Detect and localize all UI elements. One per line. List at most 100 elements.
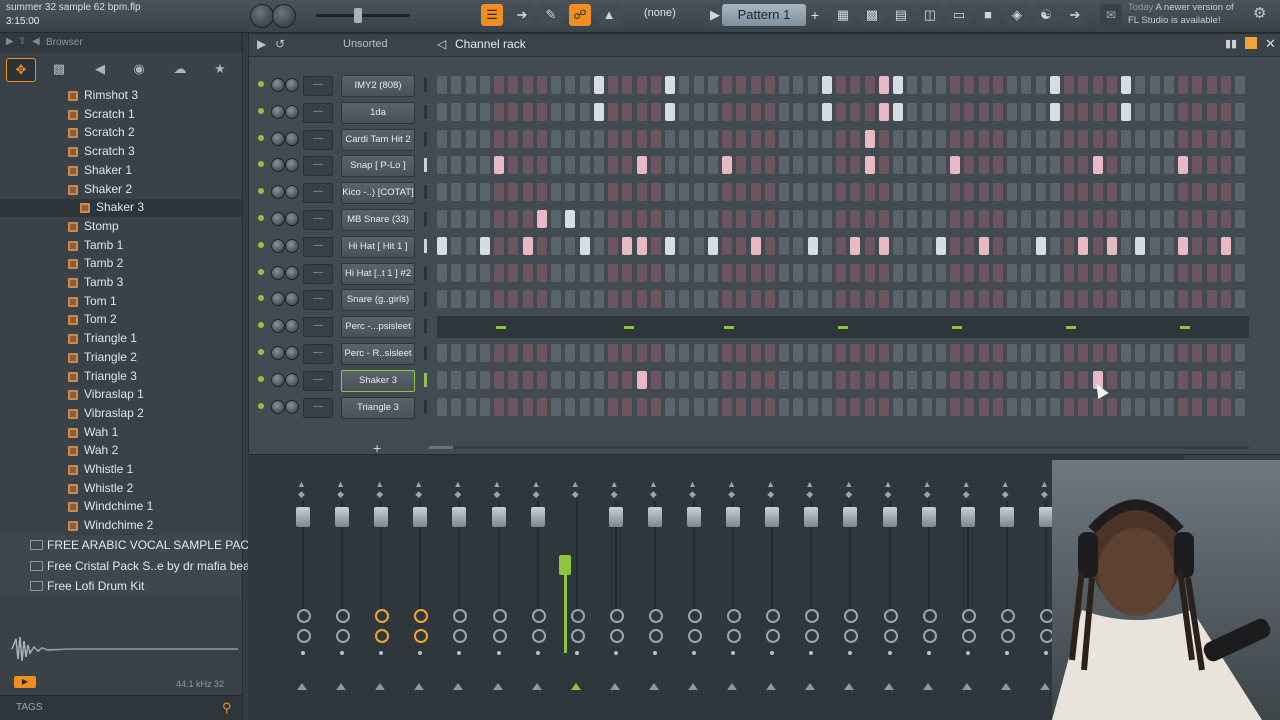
mixer-track-selector[interactable]: — [303, 263, 333, 284]
step-button[interactable] [1078, 236, 1089, 255]
browser-item[interactable]: Tamb 2 [0, 255, 242, 273]
step-button[interactable] [579, 183, 590, 202]
step-button[interactable] [693, 290, 704, 309]
step-button[interactable] [807, 129, 818, 148]
step-button[interactable] [650, 76, 661, 94]
channel-mute-led[interactable] [258, 241, 264, 248]
step-button[interactable] [593, 156, 604, 175]
channel-filter-dropdown[interactable]: Unsorted [343, 38, 388, 50]
step-button[interactable] [650, 210, 661, 228]
step-button[interactable] [1035, 370, 1046, 389]
step-button[interactable] [1178, 129, 1188, 148]
step-button[interactable] [551, 76, 561, 94]
browser-item[interactable]: Tom 1 [0, 293, 242, 311]
step-button[interactable] [1049, 397, 1060, 416]
step-button[interactable] [451, 210, 462, 228]
step-button[interactable] [636, 397, 647, 416]
step-button[interactable] [494, 129, 504, 148]
step-button[interactable] [451, 183, 462, 202]
step-button[interactable] [1092, 183, 1103, 202]
channel-volume-knob[interactable] [285, 131, 299, 146]
step-button[interactable] [1206, 210, 1217, 228]
mixer-icon[interactable]: ◫ [919, 4, 941, 26]
step-button[interactable] [1035, 210, 1046, 228]
step-button[interactable] [1106, 210, 1117, 228]
step-button[interactable] [821, 76, 832, 94]
channel-pan-knob[interactable] [271, 238, 285, 253]
channel-select-indicator[interactable] [424, 319, 427, 334]
step-button[interactable] [508, 397, 519, 416]
step-button[interactable] [793, 102, 804, 121]
step-button[interactable] [1106, 102, 1117, 121]
step-button[interactable] [650, 236, 661, 255]
step-button[interactable] [793, 236, 804, 255]
step-button[interactable] [836, 156, 846, 175]
step-button[interactable] [764, 263, 775, 282]
step-button[interactable] [565, 210, 576, 228]
step-button[interactable] [850, 102, 861, 121]
step-button[interactable] [1064, 370, 1074, 389]
mixer-pan-arrows-icon[interactable]: ▲ ◆ [727, 479, 736, 500]
mixer-knob[interactable] [883, 609, 898, 623]
step-button[interactable] [1178, 236, 1188, 255]
step-button[interactable] [992, 102, 1003, 121]
channel-volume-knob[interactable] [285, 185, 299, 200]
current-project-tab-icon[interactable]: ▩ [45, 58, 73, 80]
step-button[interactable] [636, 102, 647, 121]
step-button[interactable] [1135, 183, 1146, 202]
step-button[interactable] [821, 397, 832, 416]
step-button[interactable] [679, 156, 690, 175]
step-button[interactable] [1021, 183, 1032, 202]
piano-roll-icon[interactable]: ☰ [481, 4, 503, 26]
step-button[interactable] [764, 236, 775, 255]
step-button[interactable] [636, 344, 647, 362]
step-button[interactable] [1178, 263, 1188, 282]
step-button[interactable] [707, 76, 718, 94]
master-fader[interactable] [559, 555, 571, 575]
step-button[interactable] [451, 102, 462, 121]
browser-item[interactable]: Triangle 1 [0, 330, 242, 348]
step-button[interactable] [722, 156, 732, 175]
step-button[interactable] [437, 370, 447, 389]
mixer-knob[interactable] [727, 609, 742, 623]
step-button[interactable] [907, 183, 918, 202]
browser-item[interactable]: Triangle 3 [0, 368, 242, 386]
step-button[interactable] [807, 236, 818, 255]
step-button[interactable] [622, 129, 633, 148]
step-button[interactable] [722, 236, 732, 255]
mixer-route-arrow-icon[interactable] [492, 683, 503, 690]
step-button[interactable] [608, 263, 618, 282]
channel-piano-roll-preview[interactable] [437, 316, 1249, 339]
channel-select-indicator[interactable] [424, 292, 427, 307]
step-button[interactable] [1235, 183, 1245, 202]
step-button[interactable] [1035, 263, 1046, 282]
step-button[interactable] [1220, 344, 1231, 362]
mixer-record-dot[interactable] [652, 651, 657, 655]
step-button[interactable] [964, 183, 975, 202]
step-button[interactable] [665, 290, 675, 309]
step-button[interactable] [722, 397, 732, 416]
step-button[interactable] [565, 102, 576, 121]
step-button[interactable] [950, 370, 960, 389]
step-button[interactable] [1206, 183, 1217, 202]
step-button[interactable] [722, 102, 732, 121]
mixer-stereo-knob[interactable] [648, 629, 663, 643]
step-button[interactable] [907, 344, 918, 362]
step-button[interactable] [551, 129, 561, 148]
step-button[interactable] [465, 156, 476, 175]
step-button[interactable] [964, 236, 975, 255]
channel-select-indicator[interactable] [424, 212, 427, 226]
step-button[interactable] [992, 156, 1003, 175]
step-button[interactable] [864, 210, 875, 228]
channel-name-button[interactable]: Cardi Tam Hit 2 [341, 128, 415, 151]
step-button[interactable] [1106, 76, 1117, 94]
step-button[interactable] [878, 370, 889, 389]
channel-pan-knob[interactable] [271, 158, 285, 173]
mixer-stereo-knob[interactable] [531, 629, 546, 643]
browser-item[interactable]: Windchime 1 [0, 498, 242, 516]
step-button[interactable] [1035, 290, 1046, 309]
step-button[interactable] [1035, 129, 1046, 148]
mixer-volume-fader[interactable] [374, 507, 389, 527]
mixer-track-selector[interactable]: — [303, 397, 333, 418]
step-button[interactable] [451, 76, 462, 94]
